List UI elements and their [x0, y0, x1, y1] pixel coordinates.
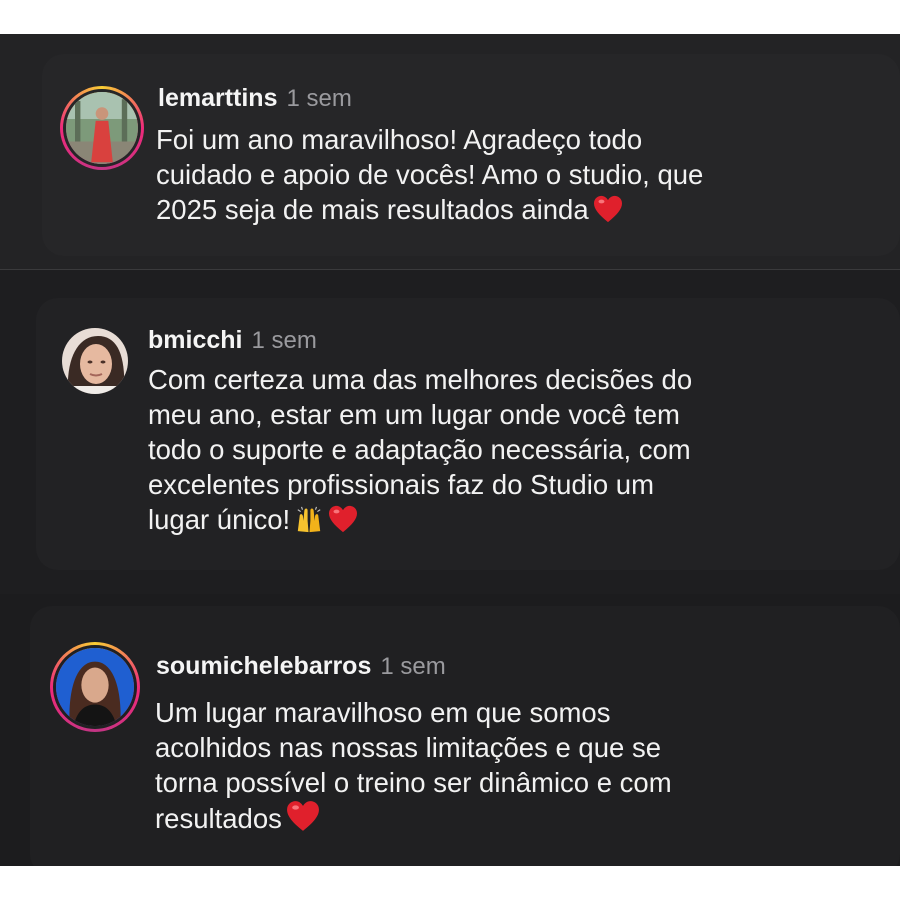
profile-photo-icon: [62, 328, 128, 394]
comment-panel-2: bmicchi 1 sem Com certeza uma das melhor…: [0, 270, 900, 594]
heart-icon: [329, 505, 358, 533]
comment-text: Foi um ano maravilhoso! Agradeço todo cu…: [156, 122, 703, 227]
comments-screenshot: lemarttins 1 sem Foi um ano maravilhoso!…: [0, 0, 900, 900]
avatar-lemarttins[interactable]: [60, 86, 144, 170]
comment-header: soumichelebarros 1 sem: [156, 652, 446, 681]
comment-card: bmicchi 1 sem Com certeza uma das melhor…: [36, 298, 900, 570]
username[interactable]: soumichelebarros: [156, 652, 371, 681]
comment-panel-3: soumichelebarros 1 sem Um lugar maravilh…: [0, 594, 900, 866]
comment-header: bmicchi 1 sem: [148, 326, 317, 355]
profile-photo-icon: [56, 648, 134, 726]
avatar-bmicchi[interactable]: [62, 328, 128, 394]
heart-icon: [286, 801, 319, 831]
comment-text: Com certeza uma das melhores decisões do…: [148, 362, 692, 537]
comment-card: lemarttins 1 sem Foi um ano maravilhoso!…: [42, 54, 900, 256]
timestamp: 1 sem: [251, 327, 317, 354]
comment-body: Com certeza uma das melhores decisões do…: [148, 364, 693, 535]
comment-panel-1: lemarttins 1 sem Foi um ano maravilhoso!…: [0, 34, 900, 270]
username[interactable]: lemarttins: [158, 84, 277, 113]
avatar-soumichelebarros[interactable]: [50, 642, 140, 732]
username[interactable]: bmicchi: [148, 326, 242, 355]
timestamp: 1 sem: [380, 653, 446, 680]
comment-card: soumichelebarros 1 sem Um lugar maravilh…: [30, 606, 900, 866]
timestamp: 1 sem: [286, 85, 352, 112]
comment-text: Um lugar maravilhoso em que somos acolhi…: [155, 695, 672, 836]
heart-icon: [593, 195, 622, 223]
comment-body: Um lugar maravilhoso em que somos acolhi…: [155, 697, 672, 834]
raising-hands-icon: [297, 506, 321, 533]
profile-photo-icon: [66, 92, 138, 164]
comment-header: lemarttins 1 sem: [158, 84, 352, 113]
